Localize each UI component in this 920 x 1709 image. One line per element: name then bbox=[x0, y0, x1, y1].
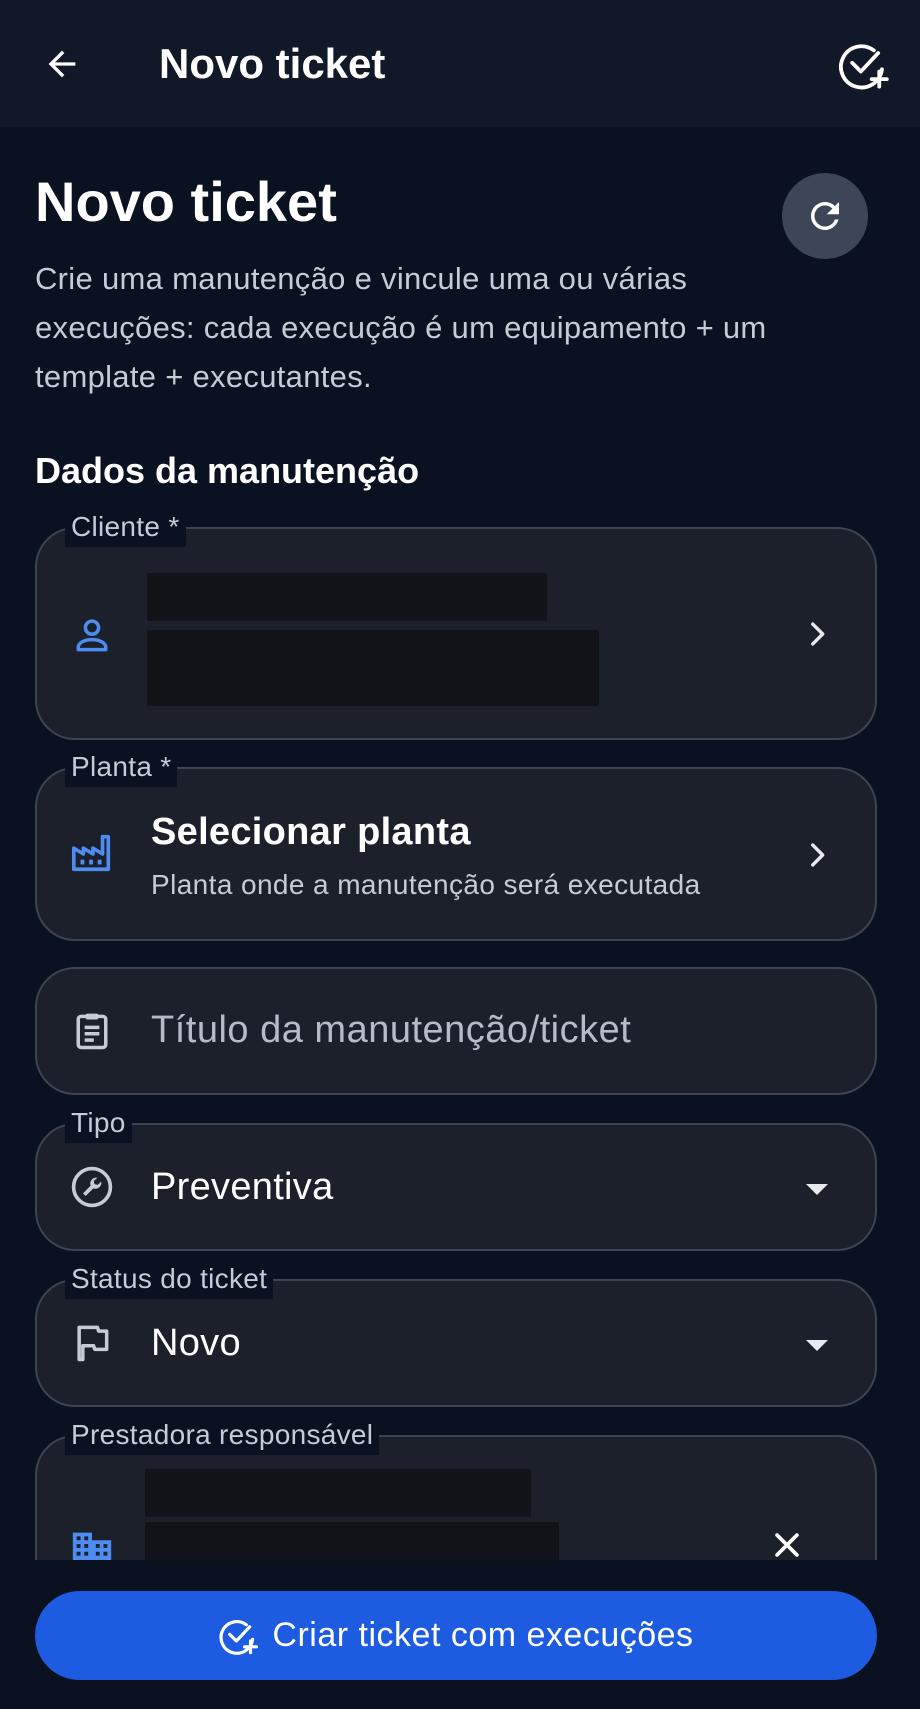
tipo-value: Preventiva bbox=[151, 1166, 334, 1208]
cliente-label: Cliente * bbox=[65, 507, 186, 547]
refresh-icon bbox=[810, 201, 839, 230]
cliente-name-redacted bbox=[147, 573, 547, 621]
dropdown-arrow-icon bbox=[797, 1169, 837, 1209]
status-value: Novo bbox=[151, 1322, 241, 1364]
tipo-select[interactable]: Tipo Preventiva bbox=[35, 1103, 877, 1251]
titulo-field[interactable]: Título da manutenção/ticket bbox=[35, 967, 877, 1095]
planta-field[interactable]: Planta * Selecionar planta Planta onde a… bbox=[35, 747, 877, 941]
check-circle-plus-icon bbox=[839, 44, 889, 90]
titulo-input[interactable]: Título da manutenção/ticket bbox=[151, 1009, 631, 1052]
back-button[interactable] bbox=[36, 38, 88, 90]
cliente-detail-redacted bbox=[147, 630, 599, 706]
create-ticket-label: Criar ticket com execuções bbox=[272, 1616, 694, 1654]
chevron-right-icon bbox=[797, 614, 837, 654]
close-icon bbox=[775, 1533, 799, 1557]
status-select[interactable]: Status do ticket Novo bbox=[35, 1259, 877, 1407]
dropdown-arrow-icon bbox=[797, 1325, 837, 1365]
planta-label: Planta * bbox=[65, 747, 178, 787]
app-screen: Novo ticket Novo ticket Crie uma manuten… bbox=[0, 0, 920, 1709]
prestadora-label: Prestadora responsável bbox=[65, 1415, 380, 1455]
page-description: Crie uma manutenção e vincule uma ou vár… bbox=[35, 261, 767, 394]
clear-prestadora-button[interactable] bbox=[767, 1525, 807, 1565]
status-label: Status do ticket bbox=[65, 1259, 274, 1299]
create-ticket-button[interactable]: Criar ticket com execuções bbox=[35, 1591, 877, 1680]
factory-icon bbox=[69, 829, 115, 875]
wrench-icon bbox=[69, 1164, 115, 1210]
planta-value: Selecionar planta bbox=[151, 811, 471, 853]
prestadora-name-redacted bbox=[145, 1469, 531, 1517]
section-title: Dados da manutenção bbox=[35, 450, 420, 491]
flag-icon bbox=[69, 1320, 115, 1366]
create-ticket-action-button[interactable] bbox=[834, 36, 892, 94]
appbar-title: Novo ticket bbox=[159, 40, 386, 87]
refresh-button[interactable] bbox=[782, 173, 868, 259]
clipboard-icon bbox=[69, 1008, 115, 1054]
tipo-label: Tipo bbox=[65, 1103, 132, 1143]
arrow-left-icon bbox=[48, 50, 76, 78]
page-title: Novo ticket bbox=[35, 170, 337, 233]
person-icon bbox=[69, 612, 115, 658]
top-app-bar: Novo ticket bbox=[0, 0, 920, 127]
planta-hint: Planta onde a manutenção será executada bbox=[151, 869, 701, 900]
check-circle-plus-icon bbox=[219, 1619, 259, 1655]
cliente-field[interactable]: Cliente * bbox=[35, 507, 877, 740]
chevron-right-icon bbox=[797, 835, 837, 875]
